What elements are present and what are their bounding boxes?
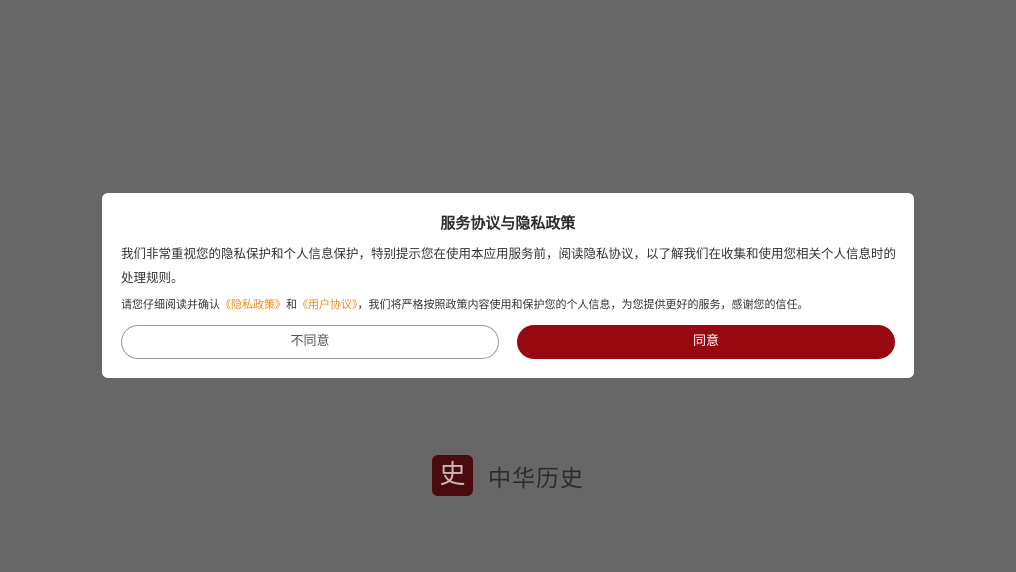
app-logo-icon: 史 — [432, 455, 473, 496]
dialog-body-text: 我们非常重视您的隐私保护和个人信息保护，特别提示您在使用本应用服务前，阅读隐私协… — [121, 246, 897, 285]
dialog-title: 服务协议与隐私政策 — [440, 214, 576, 232]
app-name: 中华历史 — [488, 465, 584, 492]
note-suffix: ，我们将严格按照政策内容使用和保护您的个人信息，为您提供更好的服务，感谢您的信任… — [357, 298, 809, 311]
disagree-button[interactable]: 不同意 — [121, 325, 499, 359]
user-agreement-link[interactable]: 《用户协议》 — [297, 298, 358, 311]
privacy-dialog: 服务协议与隐私政策 我们非常重视您的隐私保护和个人信息保护，特别提示您在使用本应… — [102, 193, 914, 378]
dialog-note: 请您仔细阅读并确认《隐私政策》和《用户协议》，我们将严格按照政策内容使用和保护您… — [121, 297, 901, 313]
agree-button[interactable]: 同意 — [517, 325, 895, 359]
note-and: 和 — [286, 298, 297, 311]
privacy-policy-link[interactable]: 《隐私政策》 — [220, 298, 286, 311]
note-prefix: 请您仔细阅读并确认 — [121, 298, 220, 311]
app-brand: 史 中华历史 — [432, 455, 584, 496]
